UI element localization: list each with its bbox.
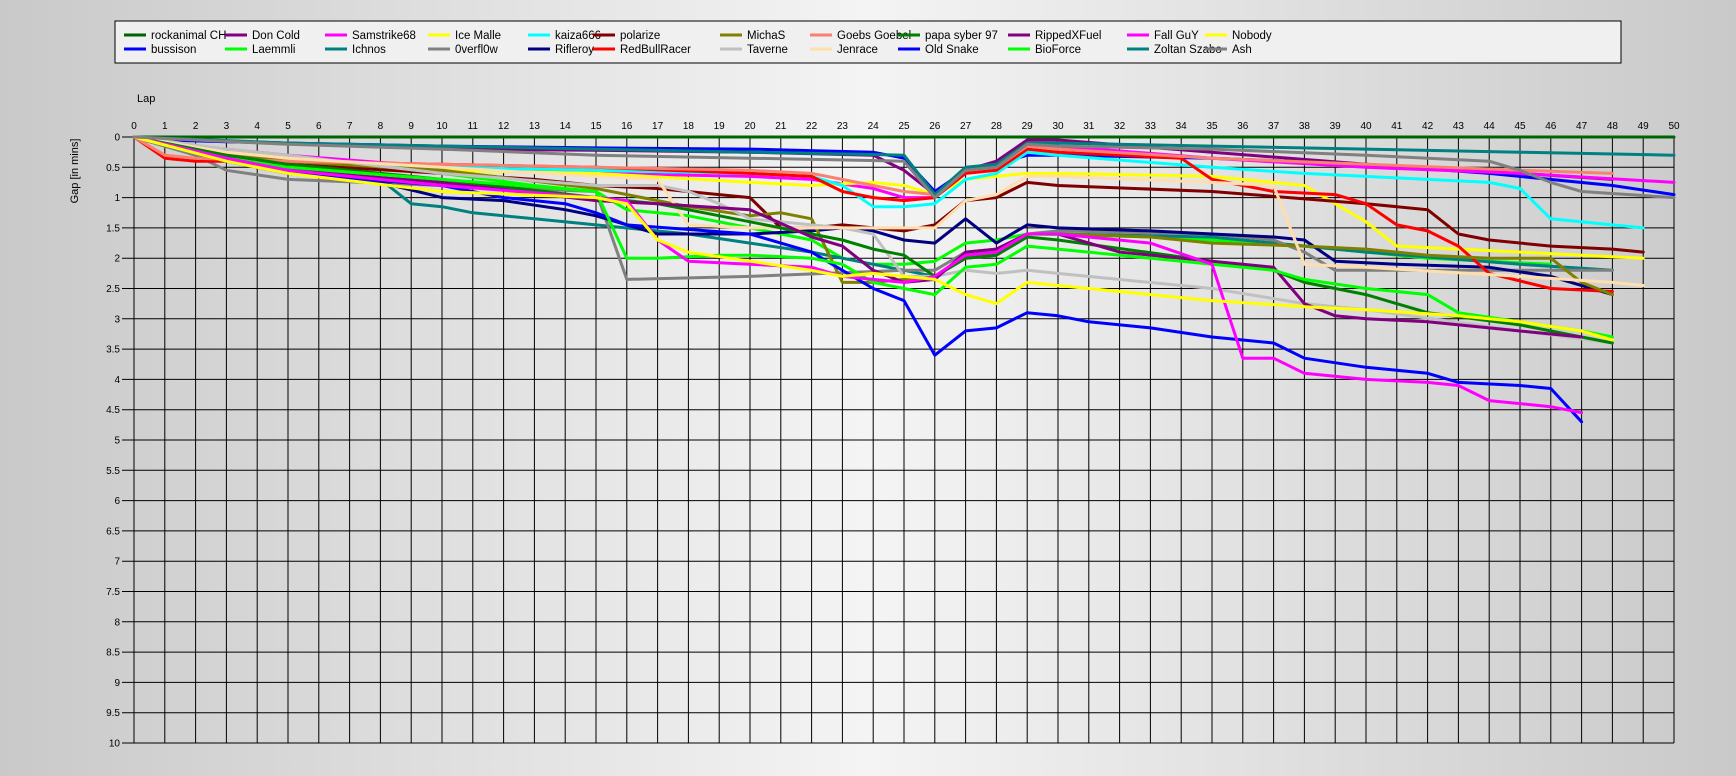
legend-label: Taverne [747,44,788,56]
x-tick-label: 0 [131,121,137,132]
x-tick-label: 16 [621,121,633,132]
x-tick-label: 32 [1114,121,1126,132]
y-tick-label: 2 [114,254,120,265]
y-tick-label: 1.5 [106,223,120,234]
y-tick-label: 0 [114,133,120,144]
x-tick-label: 21 [775,121,787,132]
legend-label: polarize [620,30,660,42]
x-tick-label: 17 [652,121,664,132]
x-tick-label: 40 [1360,121,1372,132]
x-tick-label: 13 [529,121,541,132]
y-tick-label: 3.5 [106,345,120,356]
y-tick-label: 2.5 [106,284,120,295]
x-tick-label: 19 [714,121,726,132]
tick-labels: 0 1 2 3 4 5 6 7 8 9 10 11 12 13 14 15 16 17 18 19 20 21 22 23 24… [106,121,1680,750]
x-tick-label: 20 [744,121,756,132]
legend-label: RippedXFuel [1035,30,1101,42]
x-tick-label: 9 [408,121,414,132]
x-tick-label: 46 [1545,121,1557,132]
legend-label: BioForce [1035,44,1081,56]
legend-label: rockanimal CH [151,30,226,42]
y-tick-label: 9.5 [106,708,120,719]
x-tick-label: 33 [1145,121,1157,132]
y-tick-label: 6.5 [106,526,120,537]
legend-label: Don Cold [252,30,300,42]
x-tick-label: 27 [960,121,972,132]
y-tick-label: 4 [114,375,120,386]
legend-label: papa syber 97 [925,30,998,42]
y-tick-label: 3 [114,314,120,325]
x-tick-label: 37 [1268,121,1280,132]
x-tick-label: 38 [1299,121,1311,132]
x-tick-label: 28 [991,121,1003,132]
x-tick-label: 15 [590,121,602,132]
x-tick-label: 35 [1206,121,1218,132]
x-tick-label: 49 [1638,121,1650,132]
x-tick-label: 12 [498,121,510,132]
y-tick-label: 5.5 [106,466,120,477]
x-tick-label: 44 [1484,121,1496,132]
x-tick-label: 22 [806,121,818,132]
y-tick-label: 8 [114,617,120,628]
y-tick-label: 9 [114,678,120,689]
y-tick-label: 8.5 [106,648,120,659]
x-tick-label: 31 [1083,121,1095,132]
x-tick-label: 50 [1668,121,1680,132]
legend-box [114,20,1622,64]
legend-label: 0verfl0w [455,44,499,56]
x-tick-label: 24 [868,121,880,132]
legend-label: Ash [1232,44,1252,56]
legend-label: Samstrike68 [352,30,416,42]
x-tick-label: 25 [898,121,910,132]
x-tick-label: 36 [1237,121,1249,132]
legend-label: MichaS [747,30,786,42]
legend-label: Fall GuY [1154,30,1199,42]
x-tick-label: 47 [1576,121,1588,132]
x-tick-label: 5 [285,121,291,132]
legend-label: bussison [151,44,196,56]
x-tick-label: 7 [347,121,353,132]
x-tick-label: 41 [1391,121,1403,132]
legend-label: Rifleroy [555,44,594,56]
x-tick-label: 2 [193,121,199,132]
legend-label: Laemmli [252,44,295,56]
x-tick-label: 1 [162,121,168,132]
legend-label: Old Snake [925,44,979,56]
x-tick-label: 30 [1052,121,1064,132]
y-tick-label: 0.5 [106,163,120,174]
y-tick-label: 1 [114,193,120,204]
y-axis-label: Gap [in mins] [69,139,81,204]
x-tick-label: 4 [254,121,260,132]
y-tick-label: 10 [109,739,121,750]
x-tick-label: 29 [1022,121,1034,132]
y-tick-label: 7.5 [106,587,120,598]
legend: rockanimal CH bussison Don Cold Laemmli Sams… [114,20,1622,64]
x-tick-label: 10 [436,121,448,132]
x-tick-label: 39 [1330,121,1342,132]
y-tick-label: 4.5 [106,405,120,416]
x-tick-label: 3 [224,121,230,132]
x-tick-label: 18 [683,121,695,132]
x-tick-label: 11 [468,121,479,132]
y-tick-label: 5 [114,436,120,447]
legend-label: Nobody [1232,30,1272,42]
gap-chart: rockanimal CH bussison Don Cold Laemmli Sams… [69,20,1680,750]
x-tick-label: 34 [1176,121,1188,132]
x-axis-label: Lap [137,93,155,105]
legend-label: Ice Malle [455,30,501,42]
x-tick-label: 42 [1422,121,1434,132]
y-tick-label: 7 [114,557,120,568]
y-tick-label: 6 [114,496,120,507]
x-tick-label: 23 [837,121,849,132]
x-tick-label: 26 [929,121,941,132]
legend-label: Ichnos [352,44,386,56]
x-tick-label: 45 [1514,121,1526,132]
x-tick-label: 43 [1453,121,1465,132]
x-tick-label: 6 [316,121,322,132]
legend-label: RedBullRacer [620,44,691,56]
x-tick-label: 8 [378,121,384,132]
x-tick-label: 14 [560,121,572,132]
x-tick-label: 48 [1607,121,1619,132]
legend-label: Jenrace [837,44,878,56]
